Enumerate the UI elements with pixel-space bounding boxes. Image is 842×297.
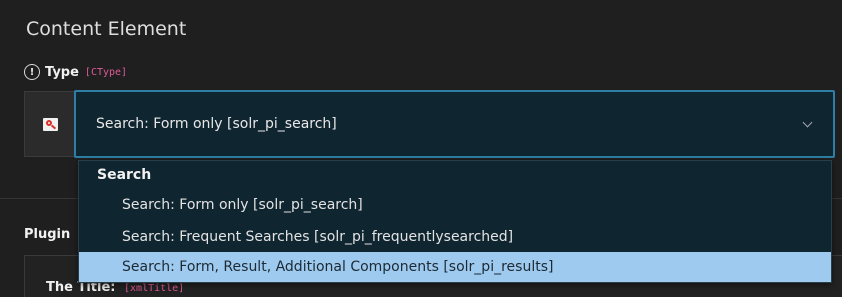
- panel-header: Content Element: [0, 0, 842, 58]
- type-label-text: Type: [45, 64, 79, 80]
- dropdown-option-frequent-searches[interactable]: Search: Frequent Searches [solr_pi_frequ…: [79, 222, 831, 252]
- plugin-title-field-key: [xmlTitle]: [124, 283, 185, 294]
- plugin-section-label: Plugin: [24, 227, 71, 242]
- content-type-icon-box: [24, 91, 76, 157]
- type-field-label: ! Type [CType]: [24, 64, 127, 80]
- search-plugin-icon: [43, 117, 58, 131]
- dropdown-option-form-result[interactable]: Search: Form, Result, Additional Compone…: [79, 252, 831, 282]
- chevron-down-icon[interactable]: [802, 117, 813, 127]
- info-icon[interactable]: !: [24, 64, 40, 80]
- type-select-value: Search: Form only [solr_pi_search]: [96, 116, 337, 132]
- type-select[interactable]: Search: Form only [solr_pi_search]: [74, 90, 835, 158]
- section-title: Content Element: [26, 18, 187, 40]
- type-field-key: [CType]: [84, 66, 128, 78]
- type-dropdown-list[interactable]: Search Search: Form only [solr_pi_search…: [78, 160, 832, 283]
- dropdown-group-label: Search: [97, 167, 152, 183]
- dropdown-option-form-only[interactable]: Search: Form only [solr_pi_search]: [79, 190, 831, 220]
